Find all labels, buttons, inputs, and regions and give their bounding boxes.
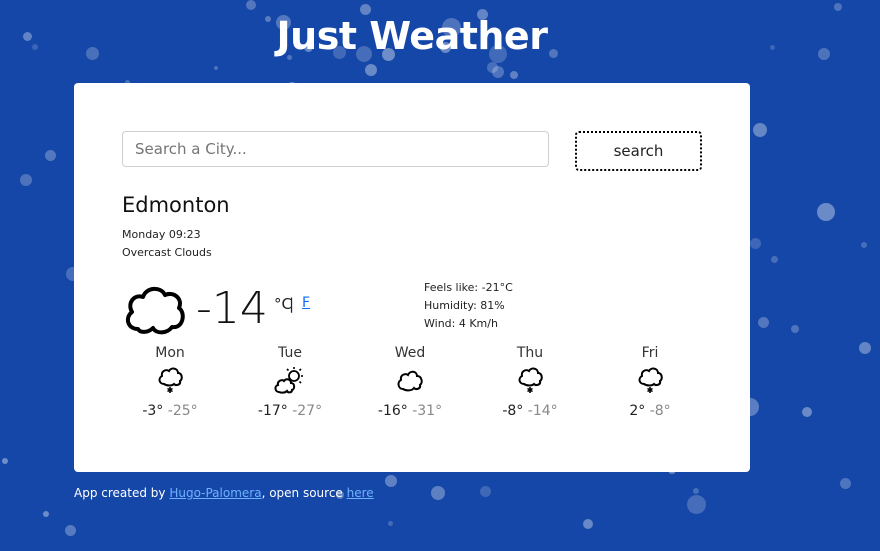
forecast-min-temp: -25° [167,403,198,419]
author-link[interactable]: Hugo-Palomera [169,486,261,500]
weather-card: search Edmonton Monday 09:23 Overcast Cl… [74,83,750,472]
snowflake [487,62,498,73]
snowflake [385,475,397,487]
current-temperature: -14 [196,283,268,334]
search-button[interactable]: search [575,131,702,171]
forecast-day: Fri 2° -8° [590,345,710,419]
forecast-max-temp: -16° [377,403,408,419]
weather-details: Feels like: -21°C Humidity: 81% Wind: 4 … [424,279,513,333]
forecast-day: Thu -8° -14° [470,345,590,419]
forecast-max-temp: -3° [142,403,164,419]
forecast-day-name: Tue [278,345,302,361]
forecast-day-name: Fri [641,345,659,361]
footer-middle: , open source [261,486,347,500]
cloud-icon [122,283,186,337]
forecast-max-temp: 2° [629,403,646,419]
snowflake [45,150,56,161]
snowflake [859,342,871,354]
snowflake [480,486,491,497]
snowflake [246,0,256,10]
snowflake [510,71,518,79]
snowflake [817,203,835,221]
snowflake [365,64,377,76]
snowflake [43,511,49,517]
snowflake [2,458,8,464]
forecast-day-name: Thu [516,345,544,361]
forecast-min-temp: -14° [527,403,558,419]
forecast-day-name: Wed [394,345,426,361]
wind-speed: Wind: 4 Km/h [424,317,498,330]
forecast-day: Wed -16° -31° [350,345,470,419]
snowflake [20,174,32,186]
forecast-min-temp: -8° [649,403,671,419]
footer-credits: App created by Hugo-Palomera, open sourc… [74,486,374,500]
forecast-list: Mon -3° -25° Tue -17° -27° Wed -16° -31°… [110,345,710,419]
city-search-input[interactable] [122,131,549,167]
forecast-min-temp: -27° [292,403,323,419]
cloud-snow-icon [110,365,230,395]
snowflake [758,317,769,328]
forecast-day: Tue -17° -27° [230,345,350,419]
snowflake [802,407,812,417]
footer-prefix: App created by [74,486,170,500]
snowflake [65,525,76,536]
city-name: Edmonton [122,193,230,217]
source-code-link[interactable]: here [347,486,374,500]
snowflake [840,478,851,489]
snowflake [388,521,393,526]
snowflake [431,486,445,500]
date-time: Monday 09:23 [122,228,201,241]
snowflake [753,123,767,137]
snowflake [861,242,867,248]
feels-like: Feels like: -21°C [424,281,513,294]
snowflake [834,3,842,11]
forecast-day-name: Mon [155,345,185,361]
snowflake [583,519,593,529]
cloud-icon [350,365,470,395]
forecast-max-temp: -8° [502,403,524,419]
forecast-min-temp: -31° [412,403,443,419]
sun-cloud-icon [230,365,350,395]
cloud-snow-icon [470,365,590,395]
snowflake [492,66,504,78]
snowflake [693,488,699,494]
snowflake [791,325,799,333]
app-title: Just Weather [276,14,548,58]
unit-separator: | [289,295,295,313]
forecast-day: Mon -3° -25° [110,345,230,419]
snowflake [750,238,761,249]
snowflake [214,66,218,70]
weather-description: Overcast Clouds [122,246,212,259]
fahrenheit-toggle-link[interactable]: F [302,295,310,311]
snowflake [687,495,706,514]
forecast-max-temp: -17° [257,403,288,419]
humidity: Humidity: 81% [424,299,505,312]
snowflake [771,256,778,263]
cloud-snow-icon [590,365,710,395]
